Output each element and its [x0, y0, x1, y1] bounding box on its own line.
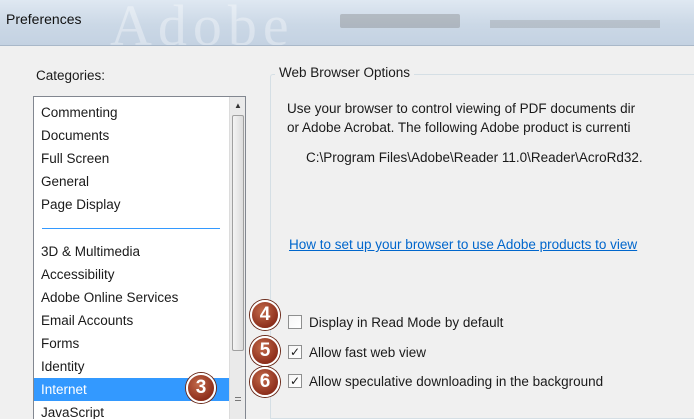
category-item-full-screen[interactable]: Full Screen	[34, 147, 230, 170]
preferences-dialog: Categories: Commenting Documents Full Sc…	[0, 46, 694, 419]
description-line-2: or Adobe Acrobat. The following Adobe pr…	[287, 120, 631, 135]
category-item-page-display[interactable]: Page Display	[34, 193, 230, 216]
categories-list[interactable]: Commenting Documents Full Screen General…	[33, 96, 246, 419]
category-item-accessibility[interactable]: Accessibility	[34, 263, 230, 286]
checkmark-icon: ✓	[289, 374, 301, 388]
category-item-3d-multimedia[interactable]: 3D & Multimedia	[34, 240, 230, 263]
callout-badge-5: 5	[250, 336, 280, 366]
product-path: C:\Program Files\Adobe\Reader 11.0\Reade…	[306, 150, 643, 165]
checkmark-icon: ✓	[289, 345, 301, 359]
description-line-1: Use your browser to control viewing of P…	[287, 101, 636, 116]
speculative-downloading-label: Allow speculative downloading in the bac…	[309, 374, 604, 389]
category-item-general[interactable]: General	[34, 170, 230, 193]
scroll-grip-icon	[232, 395, 244, 409]
background-graphic-bar	[340, 14, 460, 28]
scroll-thumb[interactable]	[232, 115, 244, 351]
background-graphic-line	[490, 20, 660, 28]
category-item-email-accounts[interactable]: Email Accounts	[34, 309, 230, 332]
category-item-forms[interactable]: Forms	[34, 332, 230, 355]
categories-scrollbar[interactable]: ▲	[229, 97, 245, 419]
web-browser-description: Use your browser to control viewing of P…	[287, 99, 694, 137]
read-mode-checkbox[interactable]	[288, 315, 302, 329]
web-browser-options-legend: Web Browser Options	[275, 65, 415, 80]
category-item-adobe-online-services[interactable]: Adobe Online Services	[34, 286, 230, 309]
category-item-documents[interactable]: Documents	[34, 124, 230, 147]
callout-badge-6: 6	[250, 367, 280, 397]
speculative-downloading-checkbox[interactable]: ✓	[288, 374, 302, 388]
fast-web-view-checkbox[interactable]: ✓	[288, 345, 302, 359]
callout-badge-4: 4	[250, 300, 280, 330]
read-mode-label: Display in Read Mode by default	[309, 315, 504, 330]
browser-setup-help-link[interactable]: How to set up your browser to use Adobe …	[289, 237, 637, 252]
background-graphic: Adobe	[110, 0, 295, 46]
category-item-javascript[interactable]: JavaScript	[34, 401, 230, 419]
fast-web-view-label: Allow fast web view	[309, 345, 427, 360]
category-item-commenting[interactable]: Commenting	[34, 101, 230, 124]
category-separator	[42, 228, 220, 229]
scroll-up-arrow-icon[interactable]: ▲	[230, 97, 245, 114]
callout-badge-3: 3	[186, 373, 216, 403]
window-title: Preferences	[6, 11, 82, 27]
title-bar: Adobe Preferences	[0, 0, 694, 46]
categories-label: Categories:	[36, 68, 106, 83]
